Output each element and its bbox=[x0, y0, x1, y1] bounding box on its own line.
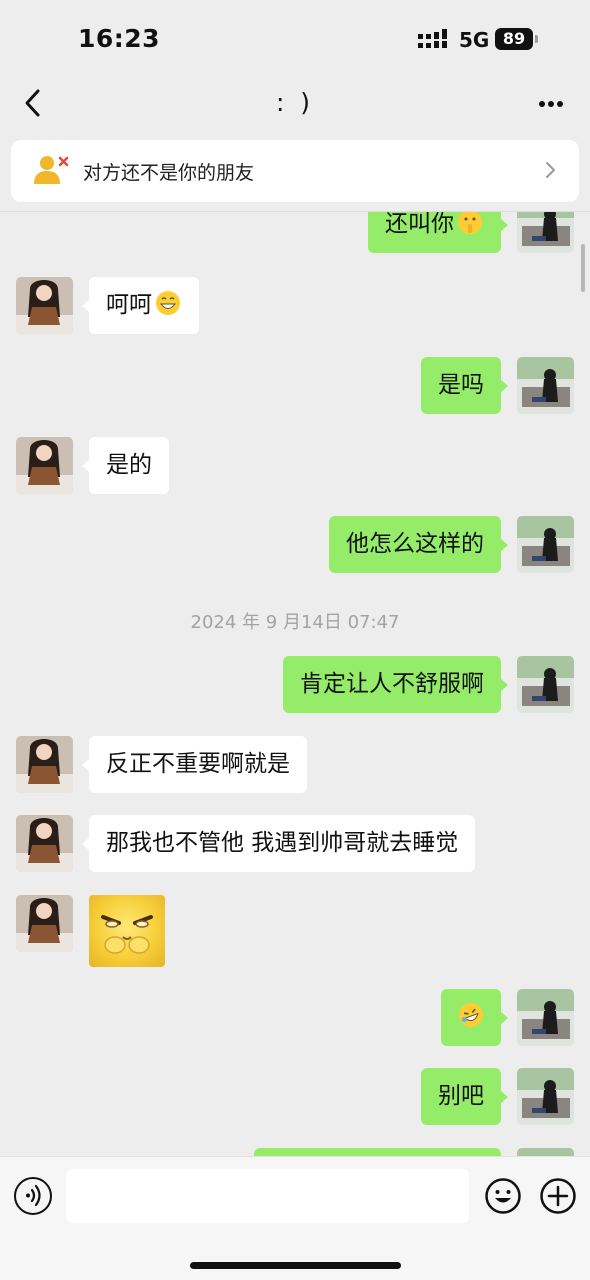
message-row: 那我也不管他 我遇到帅哥就去睡觉 bbox=[0, 815, 590, 875]
voice-icon[interactable] bbox=[14, 1177, 52, 1215]
message-text: 那我也不管他 我遇到帅哥就去睡觉 bbox=[106, 830, 459, 856]
battery-level: 89 bbox=[495, 28, 533, 50]
yellow-cat-sticker[interactable] bbox=[89, 895, 165, 967]
message-row: 是吗 bbox=[0, 357, 590, 417]
signal-icon bbox=[418, 29, 447, 48]
contact-avatar[interactable] bbox=[16, 437, 73, 494]
my-avatar[interactable] bbox=[517, 357, 574, 414]
message-row bbox=[0, 989, 590, 1049]
battery-tip bbox=[535, 35, 538, 43]
message-bubble[interactable] bbox=[254, 1148, 501, 1156]
banner-text: 对方还不是你的朋友 bbox=[83, 162, 255, 184]
message-text: 还叫你 bbox=[385, 212, 454, 237]
message-text: 别吧 bbox=[438, 1083, 484, 1109]
message-row: 肯定让人不舒服啊 bbox=[0, 656, 590, 716]
not-friend-banner[interactable]: 对方还不是你的朋友 bbox=[11, 140, 579, 202]
message-input[interactable] bbox=[66, 1169, 469, 1223]
chevron-left-icon[interactable] bbox=[18, 86, 48, 120]
my-avatar[interactable] bbox=[517, 1068, 574, 1125]
message-bubble[interactable]: 肯定让人不舒服啊 bbox=[283, 656, 508, 713]
my-avatar[interactable] bbox=[517, 212, 574, 253]
message-bubble[interactable]: 别吧 bbox=[421, 1068, 508, 1125]
message-text: 呵呵 bbox=[106, 292, 152, 318]
message-bubble[interactable] bbox=[441, 989, 508, 1046]
message-row: 别吧 bbox=[0, 1068, 590, 1128]
contact-avatar[interactable] bbox=[16, 277, 73, 334]
shushing-face-emoji bbox=[458, 212, 482, 234]
message-text: 是吗 bbox=[438, 372, 484, 398]
rolling-laughing-emoji bbox=[459, 1003, 483, 1027]
message-text: 是的 bbox=[106, 452, 152, 478]
message-row: 呵呵 bbox=[0, 277, 590, 337]
chat-title: : ) bbox=[275, 88, 315, 117]
message-row: 反正不重要啊就是 bbox=[0, 736, 590, 796]
status-bar: 16:23 5G 89 bbox=[0, 0, 590, 80]
contact-avatar[interactable] bbox=[16, 895, 73, 952]
message-bubble[interactable]: 是吗 bbox=[421, 357, 508, 414]
message-row bbox=[0, 1148, 590, 1156]
message-row: 他怎么这样的 bbox=[0, 516, 590, 576]
contact-avatar[interactable] bbox=[16, 736, 73, 793]
grinning-face-emoji bbox=[156, 291, 180, 315]
message-bubble[interactable]: 反正不重要啊就是 bbox=[82, 736, 307, 793]
user-x-icon bbox=[34, 156, 69, 184]
message-list[interactable]: 还叫你 呵呵 是吗 是的 他怎么这样的 2024 年 9 月14日 07:47 … bbox=[0, 212, 590, 1156]
more-dots-icon[interactable] bbox=[534, 92, 568, 116]
message-bubble[interactable]: 那我也不管他 我遇到帅哥就去睡觉 bbox=[81, 815, 476, 872]
chevron-right-icon bbox=[546, 162, 555, 178]
my-avatar[interactable] bbox=[517, 1148, 574, 1156]
message-row: 还叫你 bbox=[0, 212, 590, 256]
status-time: 16:23 bbox=[78, 24, 161, 53]
message-text: 反正不重要啊就是 bbox=[106, 751, 290, 777]
message-bubble[interactable]: 还叫你 bbox=[368, 212, 508, 253]
plus-circle-icon[interactable] bbox=[539, 1177, 577, 1215]
my-avatar[interactable] bbox=[517, 989, 574, 1046]
my-avatar[interactable] bbox=[517, 516, 574, 573]
message-bubble[interactable]: 呵呵 bbox=[82, 277, 199, 334]
message-text: 他怎么这样的 bbox=[346, 531, 484, 557]
my-avatar[interactable] bbox=[517, 656, 574, 713]
emoji-face-icon[interactable] bbox=[484, 1177, 522, 1215]
home-indicator[interactable] bbox=[190, 1262, 401, 1269]
message-text: 肯定让人不舒服啊 bbox=[300, 671, 484, 697]
contact-avatar[interactable] bbox=[16, 815, 73, 872]
message-row: 是的 bbox=[0, 437, 590, 497]
message-row bbox=[0, 895, 590, 970]
message-bubble[interactable]: 是的 bbox=[82, 437, 169, 494]
message-bubble[interactable]: 他怎么这样的 bbox=[329, 516, 508, 573]
chat-timestamp: 2024 年 9 月14日 07:47 bbox=[190, 612, 400, 633]
network-type: 5G bbox=[459, 28, 490, 52]
